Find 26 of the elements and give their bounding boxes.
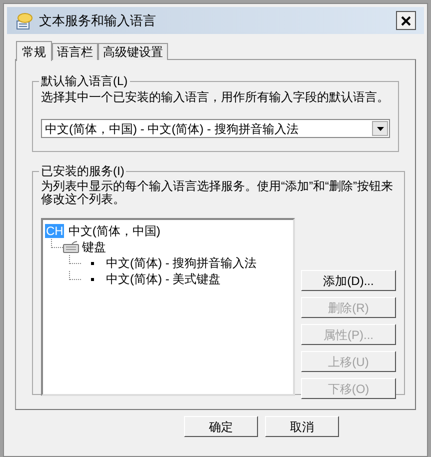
description-text: 选择其中一个已安装的输入语言，用作所有输入字段的默认语言。 [41,90,390,105]
dialog-button[interactable]: 取消 [265,416,339,437]
dropdown-button[interactable] [372,121,388,136]
tree-item[interactable]: 中文(简体) - 美式键盘 [106,270,221,288]
keyboard-icon [63,241,79,253]
group-label: 已安装的服务(I) [40,163,126,180]
language-badge: CH [45,224,64,238]
tree-item[interactable]: 中文(简体) - 搜狗拼音输入法 [106,254,257,272]
window-title: 文本服务和输入语言 [39,12,157,30]
description-text: 为列表中显示的每个输入语言选择服务。使用“添加”和“删除”按钮来修改这个列表。 [41,180,393,206]
group-label: 默认输入语言(L) [40,73,129,90]
close-icon [401,16,411,26]
tree-item[interactable]: 键盘 [82,238,106,256]
dialog-button[interactable]: 确定 [184,416,258,437]
tab[interactable]: 高级键设置 [98,43,168,60]
app-icon [15,12,33,30]
caret-icon [376,126,384,130]
tab[interactable]: 语言栏 [52,43,98,60]
services-tree[interactable]: CH 中文(简体，中国) 键盘 中文(简体) - 搜狗拼音输入法 中文(简体) - 美式键盘 [41,218,295,396]
bullet-icon [91,262,94,264]
tab[interactable]: 常规 [16,41,52,61]
tree-item[interactable]: 中文(简体，中国) [68,222,160,240]
service-button[interactable]: 添加(D)... [301,270,396,291]
bullet-icon [91,278,94,280]
close-button[interactable] [396,11,416,30]
language-dropdown[interactable]: 中文(简体，中国) - 中文(简体) - 搜狗拼音输入法 [41,119,390,138]
